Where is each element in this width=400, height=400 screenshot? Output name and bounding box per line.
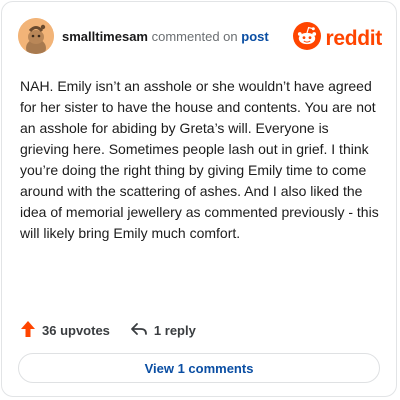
author-action-text: commented on bbox=[151, 28, 238, 44]
reply-button[interactable]: 1 reply bbox=[130, 322, 196, 339]
reddit-wordmark: reddit bbox=[325, 26, 382, 50]
comment-actions: 36 upvotes 1 reply bbox=[20, 320, 196, 341]
upvote-button[interactable]: 36 upvotes bbox=[20, 320, 110, 341]
comment-card: smalltimesam commented on post reddit NA… bbox=[1, 1, 397, 397]
view-comments-button[interactable]: View 1 comments bbox=[18, 353, 380, 383]
upvote-arrow-icon bbox=[20, 320, 42, 341]
snoo-avatar-icon[interactable] bbox=[18, 18, 54, 54]
post-link[interactable]: post bbox=[241, 29, 268, 44]
reply-count: 1 reply bbox=[153, 323, 196, 338]
upvote-count: 36 upvotes bbox=[42, 323, 110, 338]
comment-header: smalltimesam commented on post bbox=[18, 18, 269, 54]
comment-body: NAH. Emily isn’t an asshole or she would… bbox=[20, 78, 379, 241]
reply-arrow-icon bbox=[130, 322, 154, 339]
author-username[interactable]: smalltimesam bbox=[62, 29, 148, 44]
comment-meta: smalltimesam commented on post bbox=[62, 29, 269, 44]
reddit-logo[interactable]: reddit bbox=[293, 22, 382, 55]
reddit-snoo-logo-icon bbox=[293, 22, 322, 55]
